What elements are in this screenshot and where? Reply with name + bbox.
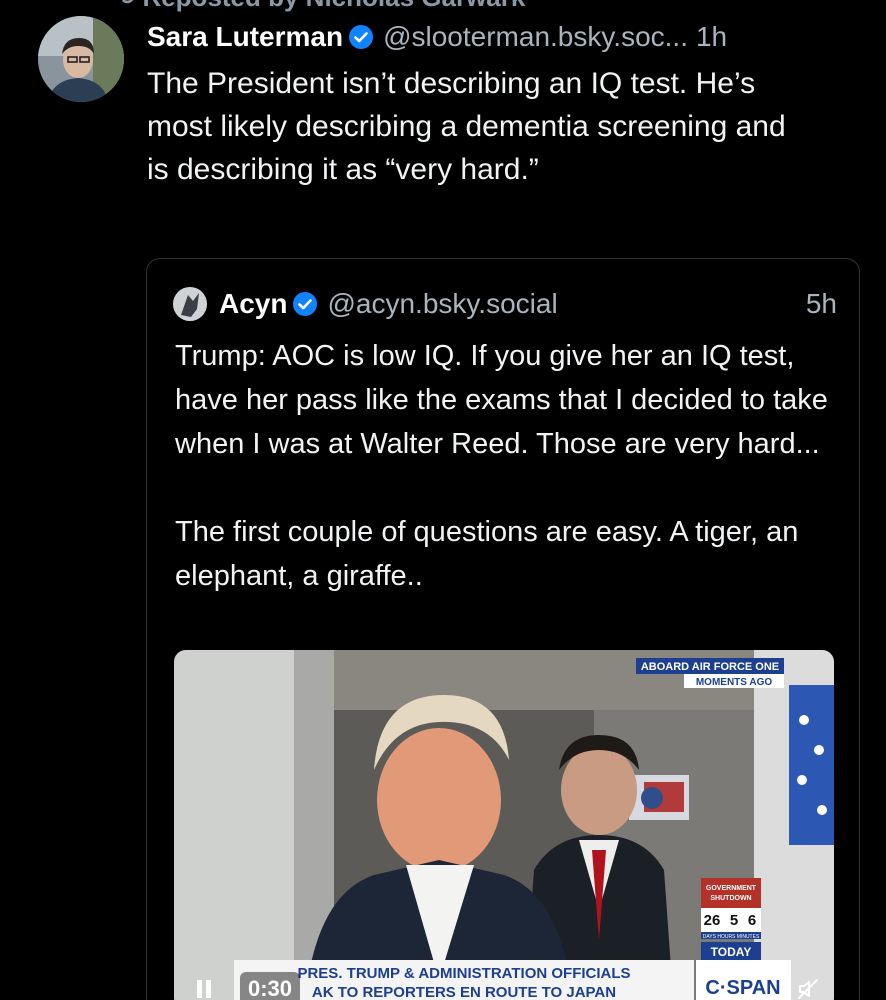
author-avatar[interactable] (38, 16, 124, 102)
post-header: Sara Luterman @slooterman.bsky.soc... 1h (147, 14, 867, 60)
quoted-post-header: Acyn @acyn.bsky.social 5h (173, 284, 837, 324)
timestamp-text: 0:30 (248, 976, 293, 1000)
video-frame: ABOARD AIR FORCE ONE MOMENTS AGO GOVERNM… (174, 650, 834, 1000)
top-banner-line1: ABOARD AIR FORCE ONE (641, 661, 779, 673)
verified-badge-icon (349, 25, 374, 49)
repost-label: Reposted by Nicholas Garwark (142, 0, 525, 13)
video-timestamp: 0:30 (240, 972, 301, 1000)
quoted-author-avatar[interactable] (173, 287, 207, 321)
quoted-avatar-image (173, 287, 207, 321)
chyron-line1: PRES. TRUMP & ADMINISTRATION OFFICIALS (297, 965, 630, 982)
shutdown-days: 26 (704, 912, 721, 929)
shutdown-units: DAYS HOURS MINUTES (703, 934, 760, 940)
network-logo: C·SPAN (705, 977, 780, 999)
author-name[interactable]: Sara Luterman (147, 21, 343, 53)
quoted-post[interactable]: Acyn @acyn.bsky.social 5h Trump: AOC is … (146, 258, 860, 1000)
repost-icon: ⟲ (116, 0, 134, 10)
shutdown-label-line2: SHUTDOWN (710, 895, 751, 902)
top-banner-line2: MOMENTS AGO (696, 677, 773, 688)
mute-button[interactable] (790, 972, 826, 1000)
avatar-image (38, 16, 124, 102)
post-time[interactable]: 1h (696, 21, 727, 53)
chyron-line2: AK TO REPORTERS EN ROUTE TO JAPAN (312, 984, 616, 1000)
post-text: The President isn’t describing an IQ tes… (147, 67, 786, 186)
verified-badge-icon (293, 292, 318, 316)
quoted-post-time[interactable]: 5h (806, 288, 837, 320)
shutdown-hours: 5 (730, 912, 738, 929)
today-label: TODAY (711, 945, 752, 959)
post[interactable]: Sara Luterman @slooterman.bsky.soc... 1h… (147, 14, 867, 191)
author-handle[interactable]: @slooterman.bsky.soc... (383, 21, 688, 53)
quoted-author-name[interactable]: Acyn (219, 288, 287, 320)
shutdown-minutes: 6 (748, 912, 756, 929)
mute-icon (798, 979, 818, 999)
repost-banner: ⟲ Reposted by Nicholas Garwark (116, 0, 525, 12)
quoted-post-text: Trump: AOC is low IQ. If you give her an… (175, 340, 828, 592)
pause-icon (197, 980, 211, 998)
quoted-author-handle[interactable]: @acyn.bsky.social (327, 288, 557, 320)
shutdown-label-line1: GOVERNMENT (706, 885, 757, 892)
video-player[interactable]: ABOARD AIR FORCE ONE MOMENTS AGO GOVERNM… (174, 650, 834, 1000)
pause-button[interactable] (186, 972, 222, 1000)
